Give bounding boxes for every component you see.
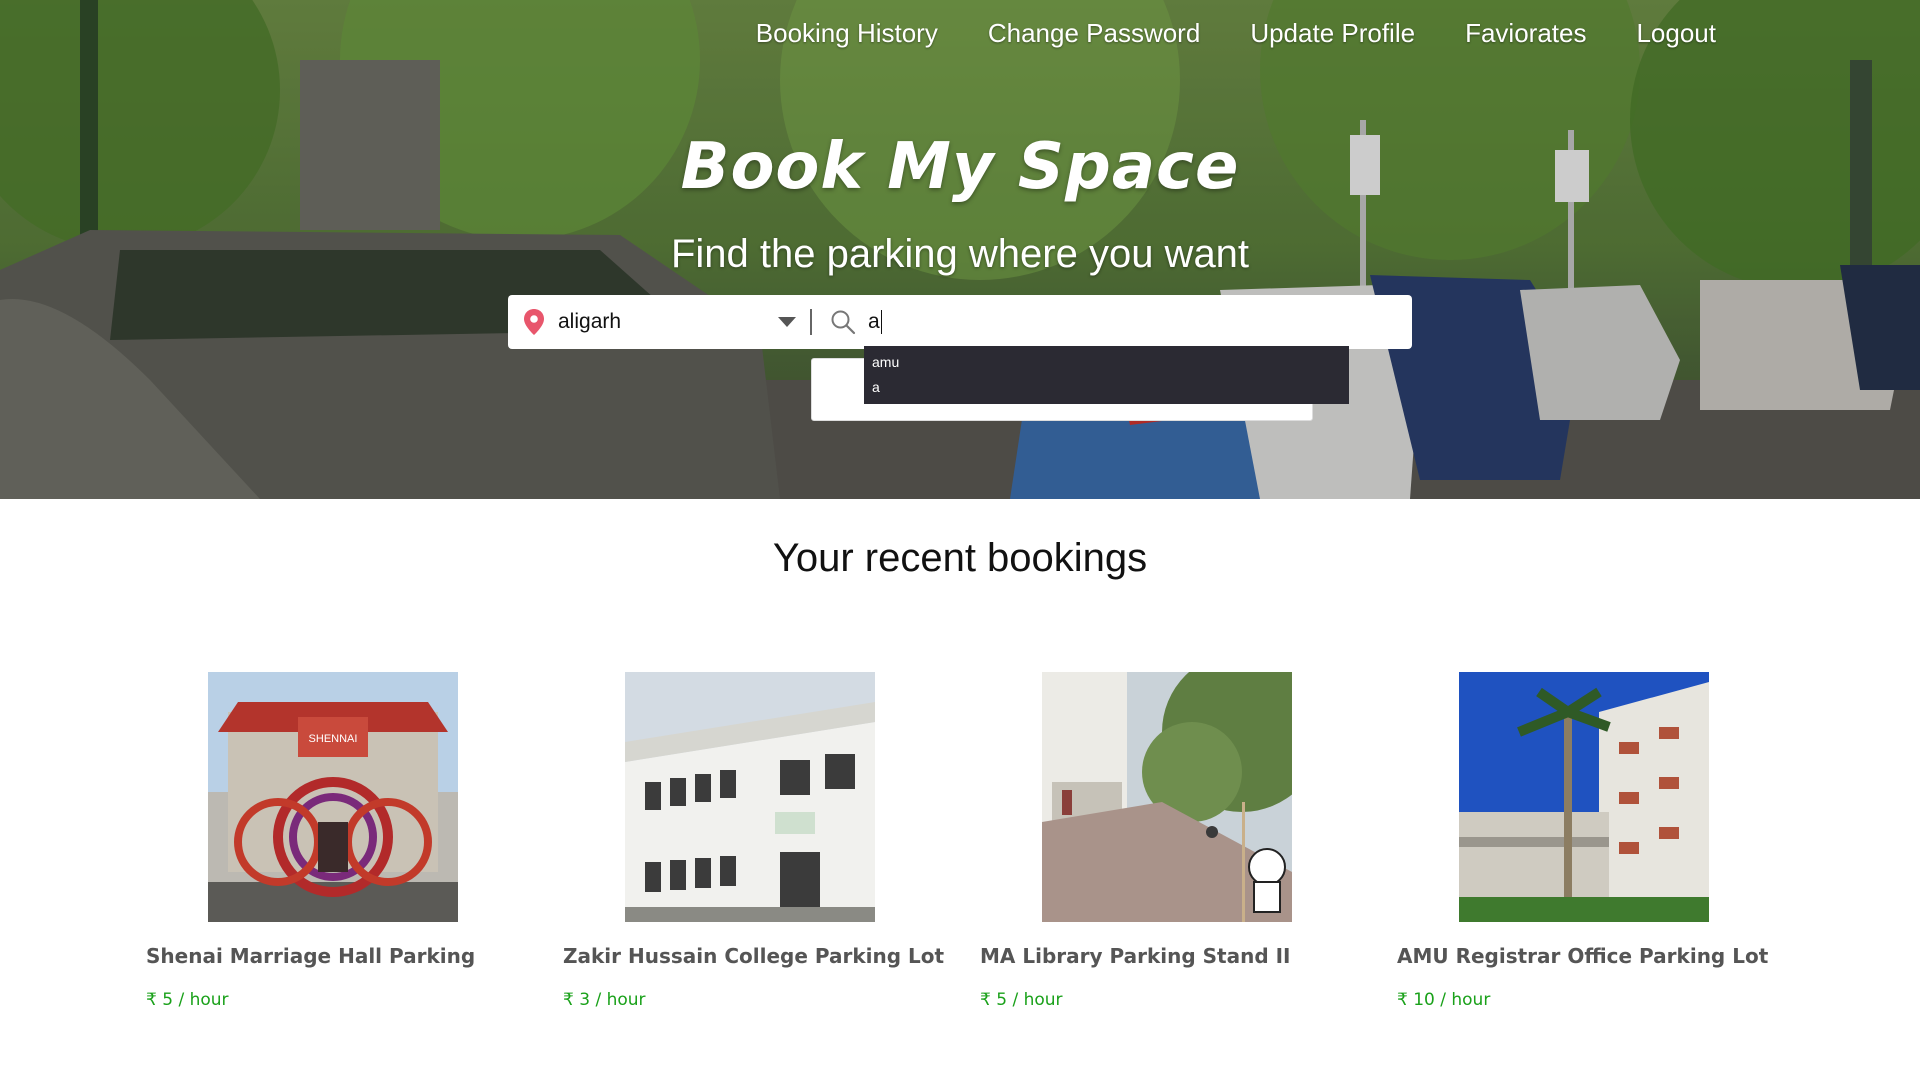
autocomplete-dropdown: amu a xyxy=(864,346,1349,404)
suggestion-item[interactable]: amu xyxy=(864,350,1349,375)
location-pin-icon xyxy=(524,309,544,335)
parking-name: Zakir Hussain College Parking Lot xyxy=(563,944,945,968)
site-title: Book My Space xyxy=(680,130,1240,204)
search-bar: aligarh a xyxy=(508,295,1412,349)
nav-update-profile[interactable]: Update Profile xyxy=(1250,18,1415,49)
booking-card[interactable]: MA Library Parking Stand II ₹ 5 / hour xyxy=(980,672,1292,1010)
parking-name: MA Library Parking Stand II xyxy=(980,944,1291,968)
search-input[interactable]: a xyxy=(868,295,1412,349)
nav-change-password[interactable]: Change Password xyxy=(988,18,1200,49)
parking-price: ₹ 5 / hour xyxy=(146,990,229,1010)
search-icon xyxy=(831,310,856,335)
parking-name: AMU Registrar Office Parking Lot xyxy=(1397,944,1769,968)
booking-card[interactable]: SHENNAI Shenai Marriage Hall Parking ₹ 5… xyxy=(146,672,476,1010)
search-input-value: a xyxy=(868,310,880,333)
parking-name: Shenai Marriage Hall Parking xyxy=(146,944,476,968)
parking-price: ₹ 10 / hour xyxy=(1397,990,1491,1010)
nav-logout[interactable]: Logout xyxy=(1636,18,1716,49)
top-nav: Booking History Change Password Update P… xyxy=(756,18,1716,49)
search-query: a xyxy=(812,295,1412,349)
text-cursor xyxy=(880,310,882,334)
parking-price: ₹ 5 / hour xyxy=(980,990,1063,1010)
nav-booking-history[interactable]: Booking History xyxy=(756,18,938,49)
booking-card[interactable]: Zakir Hussain College Parking Lot ₹ 3 / … xyxy=(563,672,945,1010)
chevron-down-icon[interactable] xyxy=(778,317,796,327)
suggestion-item[interactable]: a xyxy=(864,375,1349,400)
parking-photo xyxy=(1042,672,1292,922)
site-tagline: Find the parking where you want xyxy=(670,232,1250,276)
city-value: aligarh xyxy=(558,310,622,333)
booking-card[interactable]: AMU Registrar Office Parking Lot ₹ 10 / … xyxy=(1397,672,1769,1010)
city-select[interactable]: aligarh xyxy=(508,295,810,349)
parking-photo xyxy=(1459,672,1709,922)
parking-photo: SHENNAI xyxy=(208,672,458,922)
recent-bookings-title: Your recent bookings xyxy=(772,536,1148,580)
parking-price: ₹ 3 / hour xyxy=(563,990,646,1010)
parking-photo xyxy=(625,672,875,922)
shennai-sign-text: SHENNAI xyxy=(309,733,358,745)
nav-favorites[interactable]: Faviorates xyxy=(1465,18,1586,49)
